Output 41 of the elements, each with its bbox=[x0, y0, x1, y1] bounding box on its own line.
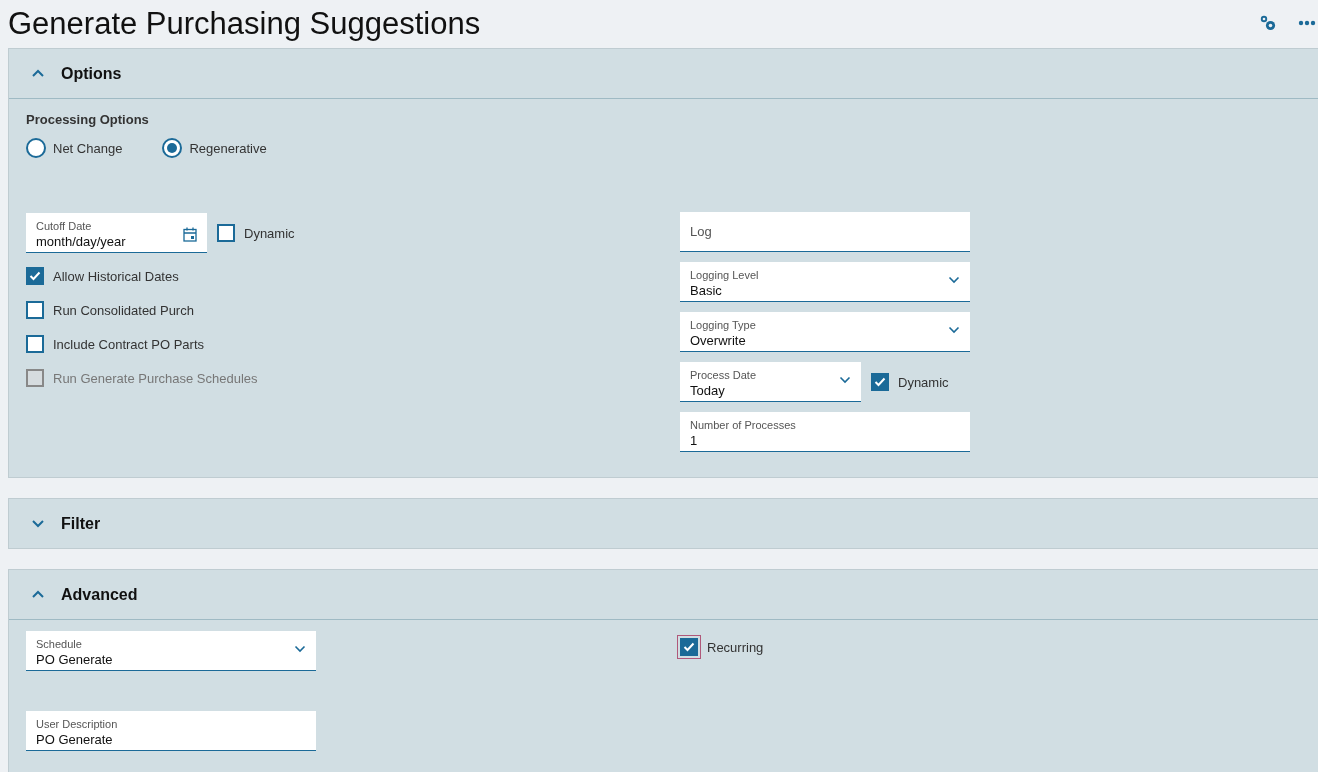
chevron-icon[interactable] bbox=[31, 590, 45, 599]
page-title: Generate Purchasing Suggestions bbox=[8, 6, 481, 42]
date-field[interactable]: Cutoff Date month/day/year bbox=[26, 213, 207, 253]
checkbox-label: Dynamic bbox=[244, 225, 295, 241]
checkbox-label: Allow Historical Dates bbox=[53, 268, 179, 284]
checkbox-label: Run Generate Purchase Schedules bbox=[53, 370, 258, 386]
input-field[interactable]: User Description PO Generate bbox=[26, 711, 316, 751]
chevron-icon[interactable] bbox=[31, 519, 45, 528]
dropdown-field[interactable]: Logging Level Basic bbox=[680, 262, 970, 302]
dropdown-field[interactable]: Process Date Today bbox=[680, 362, 861, 402]
panel-title[interactable]: Options bbox=[61, 64, 122, 83]
radio-label: Regenerative bbox=[189, 140, 267, 156]
radio-label: Net Change bbox=[53, 140, 123, 156]
more-icon[interactable] bbox=[1298, 20, 1316, 26]
radio-button[interactable] bbox=[162, 138, 183, 158]
chevron-icon[interactable] bbox=[31, 69, 45, 78]
calendar-icon[interactable] bbox=[183, 227, 197, 242]
checkbox[interactable] bbox=[26, 335, 44, 353]
checkbox-label: Run Consolidated Purch bbox=[53, 302, 194, 318]
panel-title[interactable]: Filter bbox=[61, 514, 101, 533]
panel-title[interactable]: Advanced bbox=[61, 585, 138, 604]
checkbox[interactable] bbox=[871, 373, 889, 391]
chevron-down-icon[interactable] bbox=[948, 276, 960, 284]
dropdown-field[interactable]: Schedule PO Generate bbox=[26, 631, 316, 671]
input-field[interactable]: Log bbox=[680, 212, 970, 252]
settings-icon[interactable] bbox=[1258, 13, 1278, 33]
dropdown-field[interactable]: Logging Type Overwrite bbox=[680, 312, 970, 352]
group-label: Processing Options bbox=[26, 112, 150, 129]
checkbox[interactable] bbox=[26, 267, 44, 285]
checkmark-icon bbox=[683, 642, 695, 652]
chevron-down-icon[interactable] bbox=[948, 326, 960, 334]
chevron-down-icon[interactable] bbox=[294, 645, 306, 653]
checkbox-label: Include Contract PO Parts bbox=[53, 336, 204, 352]
checkbox-label: Dynamic bbox=[898, 374, 949, 390]
checkbox[interactable] bbox=[26, 301, 44, 319]
chevron-down-icon[interactable] bbox=[839, 376, 851, 384]
input-field[interactable]: Number of Processes 1 bbox=[680, 412, 970, 452]
checkbox[interactable] bbox=[677, 635, 701, 659]
checkbox[interactable] bbox=[217, 224, 235, 242]
checkbox-label: Recurring bbox=[707, 639, 764, 655]
radio-button[interactable] bbox=[26, 138, 46, 158]
